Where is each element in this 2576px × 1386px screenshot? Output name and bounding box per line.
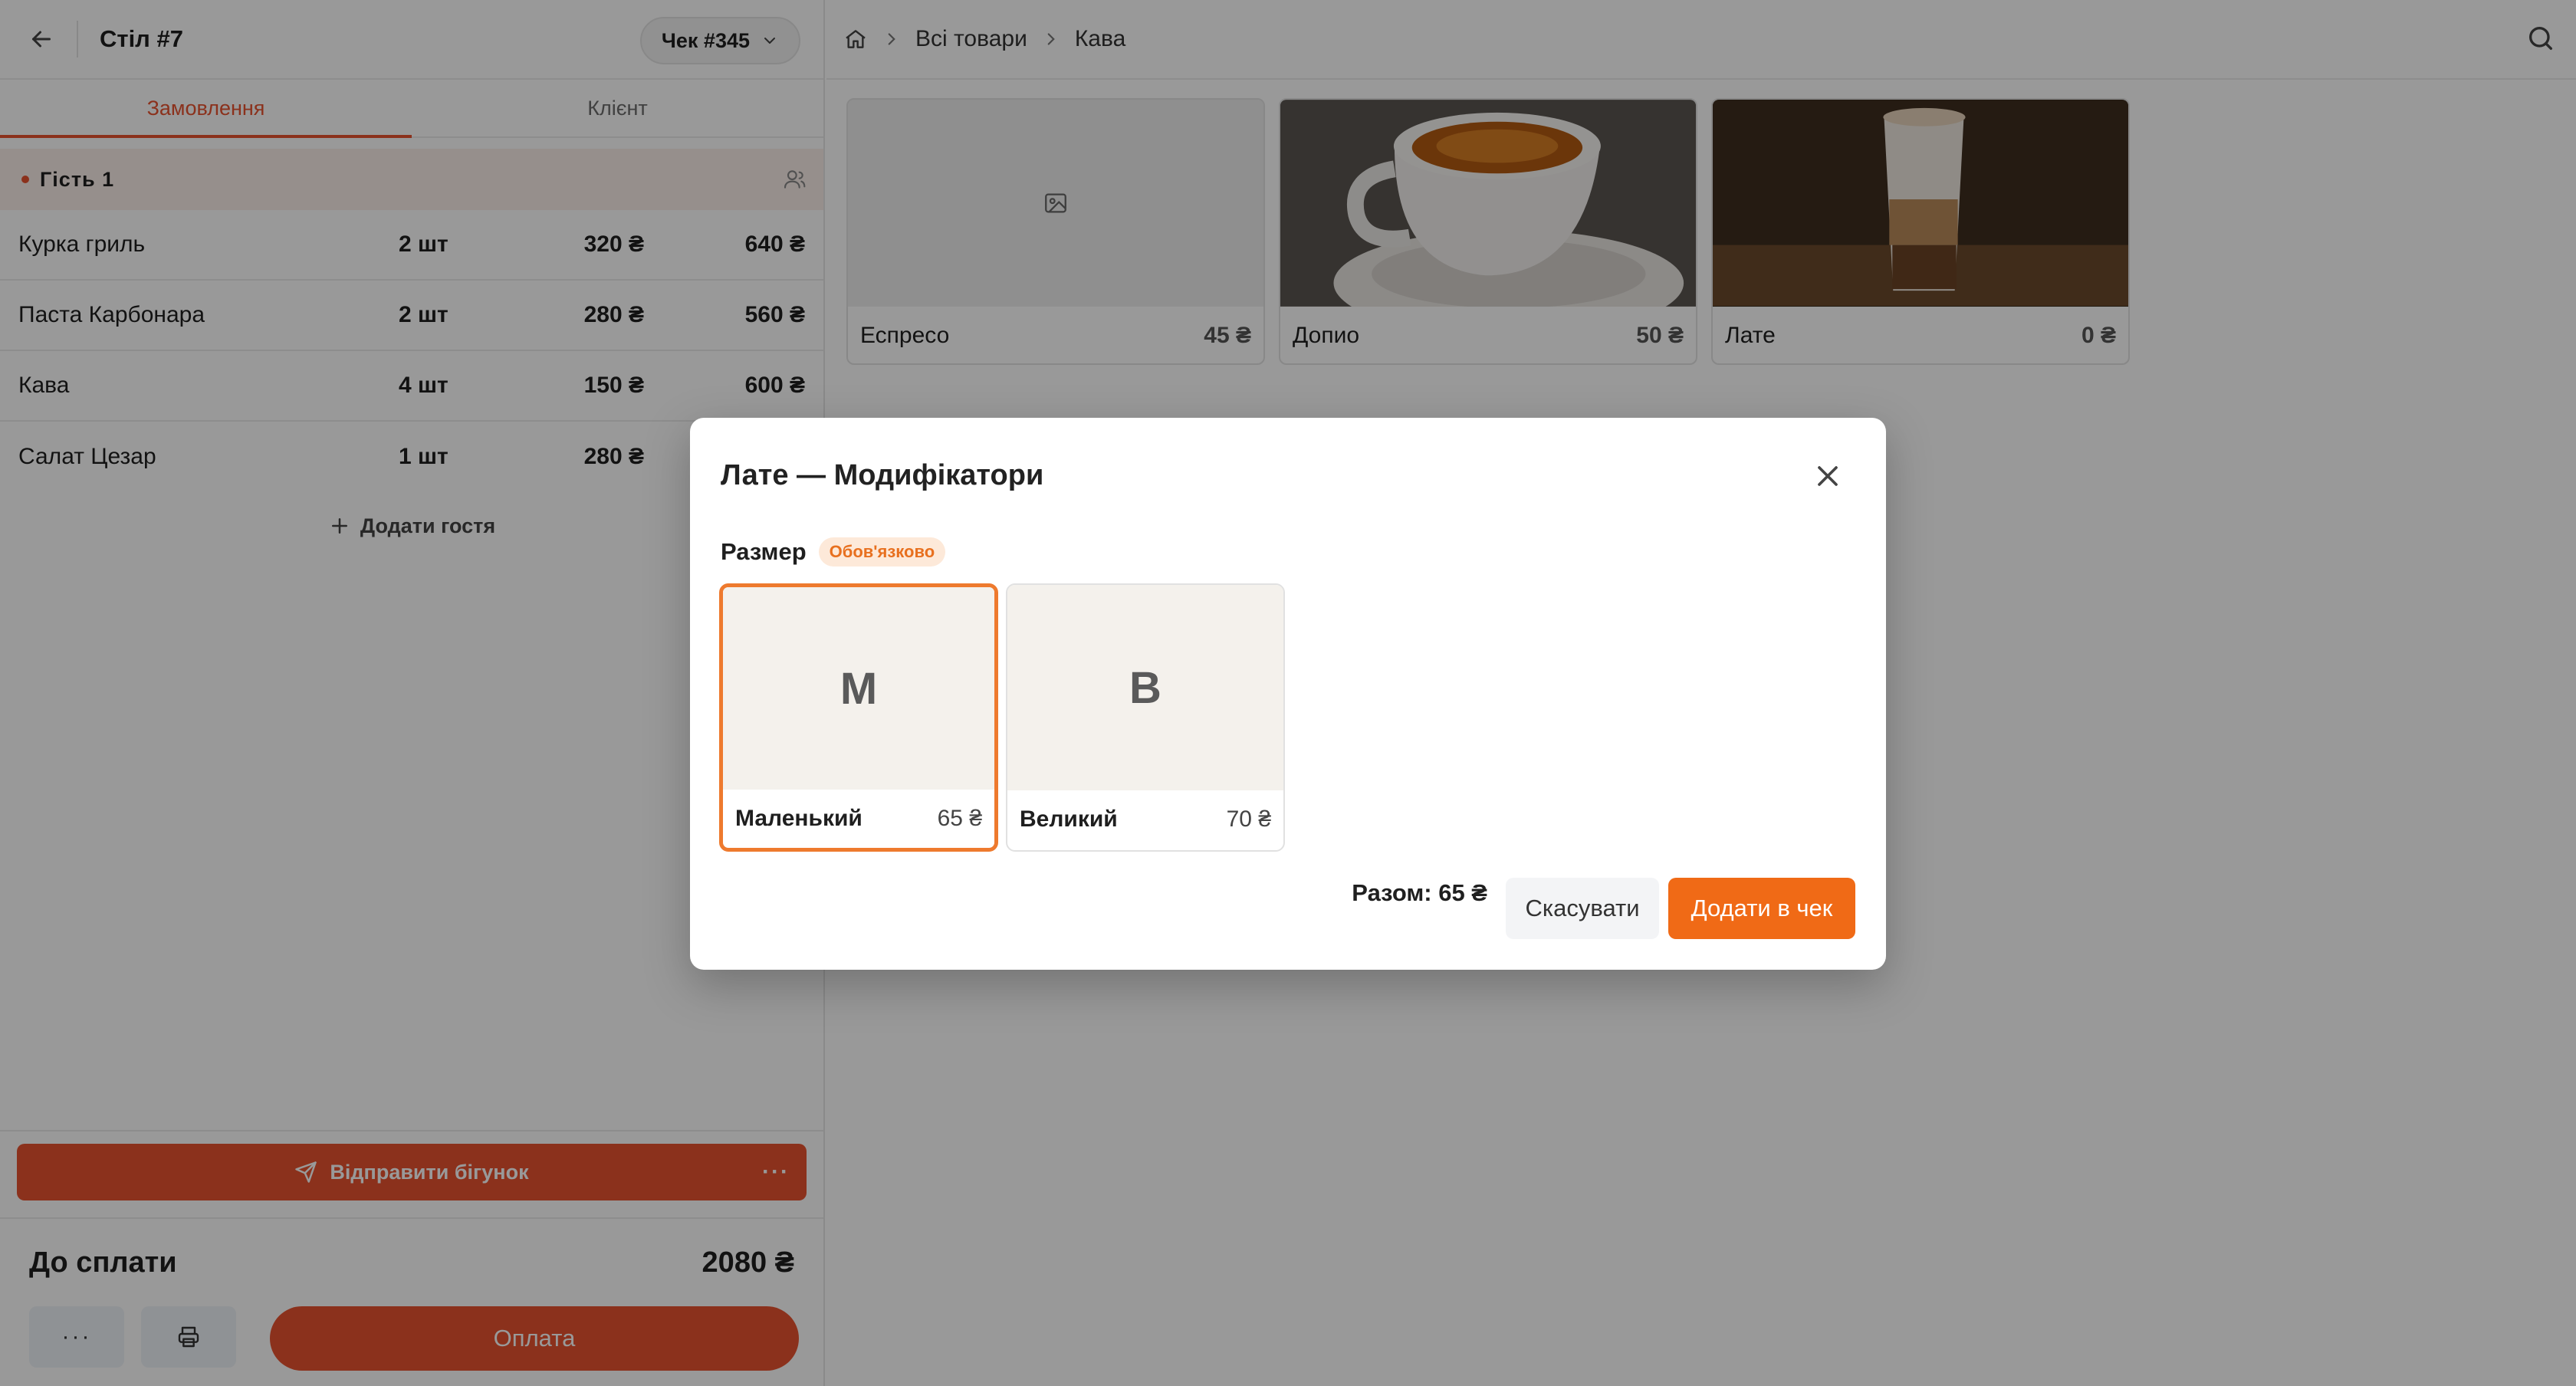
modifier-footer: Великий 70 ₴ [1007,790,1283,849]
modifiers-dialog: Лате — Модифікатори Размер Обов'язково М… [690,418,1886,970]
modifier-option-small[interactable]: М Маленький 65 ₴ [719,583,998,852]
modifier-options: М Маленький 65 ₴ В Великий 70 ₴ [719,583,1285,852]
modifier-price: 65 ₴ [937,806,982,831]
dialog-title: Лате — Модифікатори [721,459,1044,491]
cancel-button[interactable]: Скасувати [1506,878,1659,939]
modifier-letter: М [723,587,994,790]
modifier-option-large[interactable]: В Великий 70 ₴ [1006,583,1285,852]
close-icon[interactable] [1811,459,1845,493]
modifier-group: Размер Обов'язково [721,537,946,567]
modifier-group-label: Размер [721,538,807,565]
modifier-name: Великий [1020,806,1118,832]
required-badge: Обов'язково [818,537,946,567]
modifier-letter: В [1007,585,1283,790]
add-to-check-button[interactable]: Додати в чек [1668,878,1855,939]
modifier-name: Маленький [735,806,863,831]
modifier-price: 70 ₴ [1226,806,1271,832]
modifier-footer: Маленький 65 ₴ [723,790,994,848]
modal-total: Разом: 65 ₴ [1352,879,1487,906]
